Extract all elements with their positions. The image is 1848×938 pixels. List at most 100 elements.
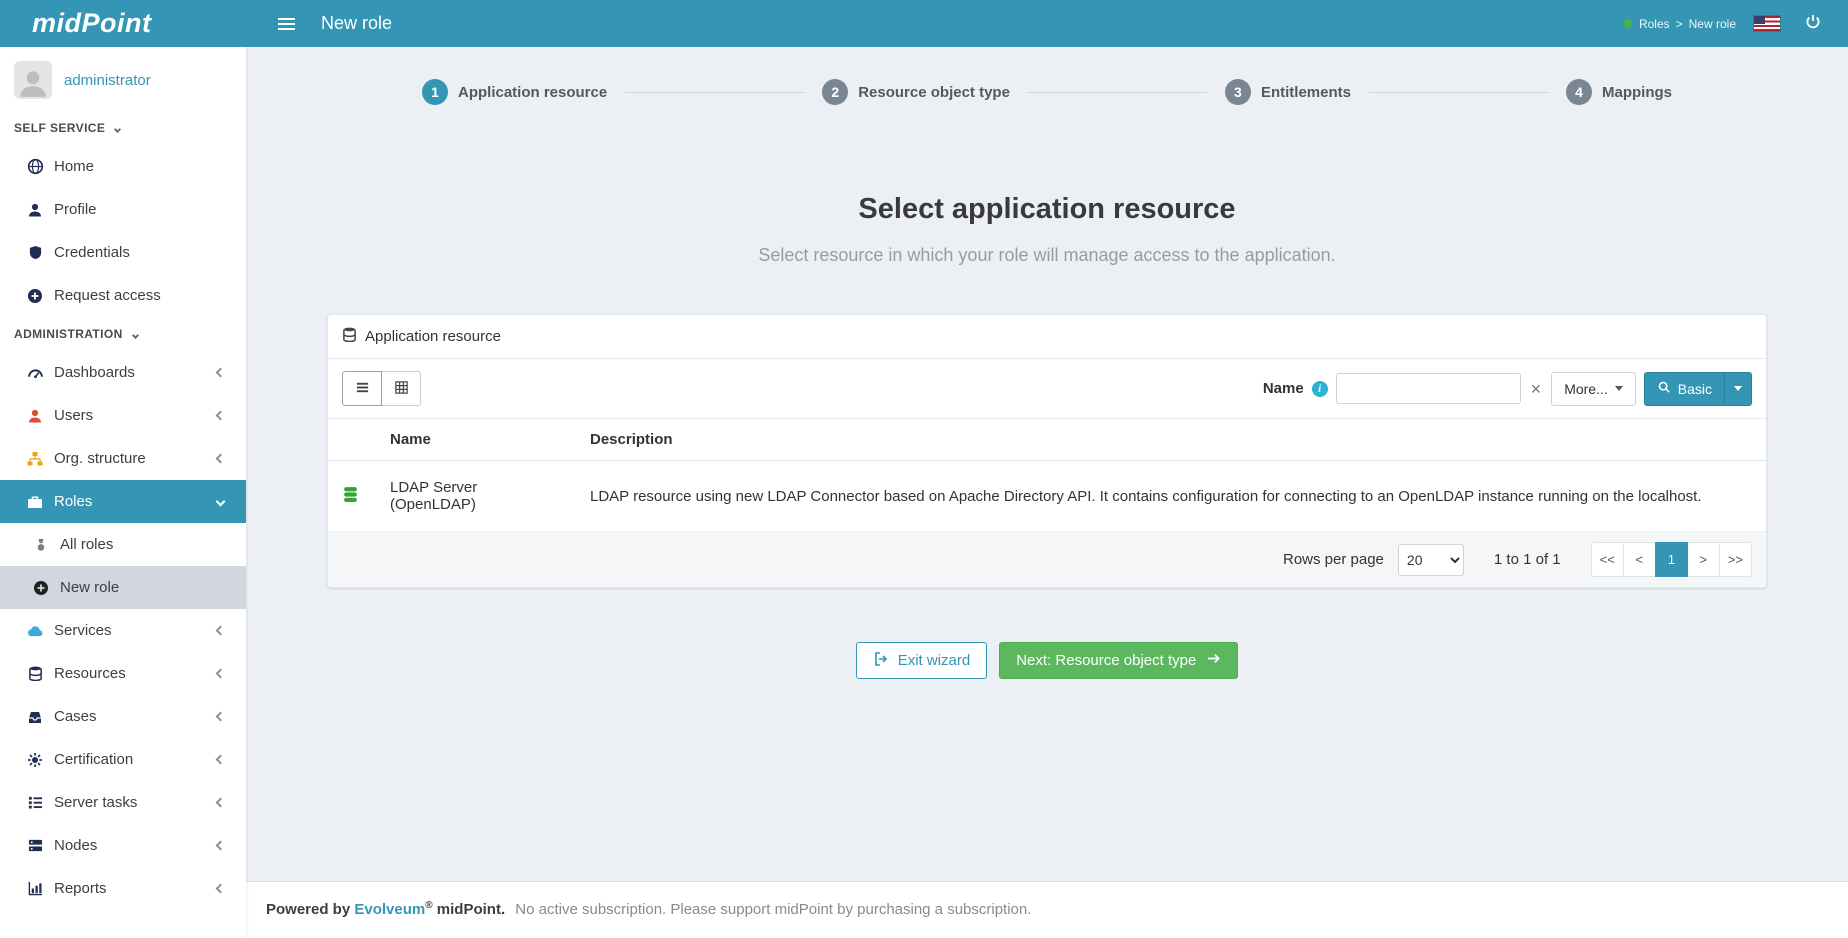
wizard-steps: 1 Application resource 2 Resource object… (327, 79, 1767, 105)
sidebar-item-certification[interactable]: Certification (0, 738, 246, 781)
table-row[interactable]: LDAP Server (OpenLDAP) LDAP resource usi… (328, 461, 1766, 532)
gauge-icon (24, 364, 46, 381)
pagination-prev-button[interactable]: < (1623, 542, 1656, 577)
medal-icon (30, 538, 52, 552)
wizard-step-entitlements[interactable]: 3 Entitlements (1225, 79, 1351, 105)
more-filters-button[interactable]: More... (1551, 372, 1636, 406)
sidebar-item-label: Services (54, 622, 112, 639)
powered-by-label: Powered by (266, 901, 350, 918)
search-mode-button[interactable]: Basic (1644, 372, 1752, 406)
product-label: midPoint. (437, 901, 505, 918)
top-navbar: midPoint New role Roles > New role (0, 0, 1848, 47)
chevron-left-icon (216, 841, 226, 851)
wizard-step-mappings[interactable]: 4 Mappings (1566, 79, 1672, 105)
sidebar-item-label: New role (60, 579, 119, 596)
brand-logo[interactable]: midPoint (0, 8, 246, 39)
section-label: ADMINISTRATION (14, 327, 123, 341)
sidebar-item-label: Server tasks (54, 794, 137, 811)
sidebar-username[interactable]: administrator (64, 72, 151, 89)
chevron-left-icon (216, 712, 226, 722)
sidebar-item-dashboards[interactable]: Dashboards (0, 351, 246, 394)
name-search-input[interactable] (1336, 373, 1521, 404)
table-toolbar: Name i × More... Basic (328, 359, 1766, 418)
chevron-left-icon (216, 884, 226, 894)
users-icon (24, 408, 46, 424)
chevron-left-icon (216, 755, 226, 765)
resource-description-cell: LDAP resource using new LDAP Connector b… (576, 461, 1766, 532)
sidebar-item-services[interactable]: Services (0, 609, 246, 652)
sidebar-item-label: Credentials (54, 244, 130, 261)
breadcrumb-parent[interactable]: Roles (1639, 17, 1670, 31)
sidebar-item-nodes[interactable]: Nodes (0, 824, 246, 867)
pagination-last-button[interactable]: >> (1719, 542, 1752, 577)
chevron-left-icon (216, 411, 226, 421)
info-icon[interactable]: i (1312, 381, 1328, 397)
midpoint-logo: midPoint (32, 8, 152, 39)
rows-per-page-select[interactable]: 20 (1398, 544, 1464, 576)
sidebar-item-users[interactable]: Users (0, 394, 246, 437)
menu-toggle-button[interactable] (272, 12, 301, 36)
registered-mark: ® (425, 900, 432, 911)
step-connector (1369, 92, 1548, 93)
search-mode-dropdown[interactable] (1724, 373, 1751, 405)
hamburger-icon (278, 18, 295, 20)
user-icon (24, 202, 46, 218)
wizard-step-resource-object-type[interactable]: 2 Resource object type (822, 79, 1010, 105)
icon-column-header (328, 419, 376, 461)
wizard-actions: Exit wizard Next: Resource object type (327, 642, 1767, 679)
pagination-next-button[interactable]: > (1687, 542, 1720, 577)
search-mode-label: Basic (1678, 381, 1712, 397)
arrow-right-icon (1206, 651, 1221, 670)
sidebar-item-cases[interactable]: Cases (0, 695, 246, 738)
application-resource-panel: Application resource (327, 314, 1767, 588)
step-connector (1028, 92, 1207, 93)
sidebar-item-request-access[interactable]: Request access (0, 274, 246, 317)
step-label: Resource object type (858, 84, 1010, 101)
sidebar-item-home[interactable]: Home (0, 145, 246, 188)
pagination-page-1-button[interactable]: 1 (1655, 542, 1688, 577)
database-icon (24, 666, 46, 681)
step-number-badge: 2 (822, 79, 848, 105)
sidebar-item-label: Home (54, 158, 94, 175)
sidebar-item-reports[interactable]: Reports (0, 867, 246, 910)
sidebar-item-label: Reports (54, 880, 107, 897)
list-view-icon (355, 380, 370, 398)
name-column-header: Name (376, 419, 576, 461)
language-flag[interactable] (1754, 16, 1780, 31)
chevron-down-icon (114, 125, 121, 132)
resource-database-icon (342, 490, 359, 507)
exit-wizard-label: Exit wizard (898, 652, 971, 669)
user-avatar[interactable] (14, 61, 52, 99)
sidebar-item-new-role[interactable]: New role (0, 566, 246, 609)
breadcrumb-separator: > (1676, 17, 1683, 31)
sidebar-item-profile[interactable]: Profile (0, 188, 246, 231)
evolveum-link[interactable]: Evolveum (354, 901, 425, 918)
database-icon (342, 327, 357, 346)
sidebar-item-all-roles[interactable]: All roles (0, 523, 246, 566)
search-field-label: Name (1263, 380, 1304, 397)
table-view-button[interactable] (381, 371, 421, 406)
pagination-first-button[interactable]: << (1591, 542, 1624, 577)
sidebar-section-administration[interactable]: ADMINISTRATION (0, 317, 246, 351)
logout-button[interactable] (1798, 12, 1828, 35)
sidebar-item-credentials[interactable]: Credentials (0, 231, 246, 274)
sidebar-section-self-service[interactable]: SELF SERVICE (0, 111, 246, 145)
exit-wizard-button[interactable]: Exit wizard (856, 642, 988, 679)
search-icon (1657, 380, 1671, 397)
chevron-left-icon (216, 454, 226, 464)
globe-icon (24, 158, 46, 175)
table-footer: Rows per page 20 1 to 1 of 1 << < 1 > >> (328, 532, 1766, 587)
sidebar-item-roles[interactable]: Roles (0, 480, 246, 523)
next-step-button[interactable]: Next: Resource object type (999, 642, 1238, 679)
breadcrumb-current[interactable]: New role (1689, 17, 1736, 31)
sidebar-item-resources[interactable]: Resources (0, 652, 246, 695)
clear-search-button[interactable]: × (1529, 380, 1544, 398)
list-view-button[interactable] (342, 371, 382, 406)
wizard-step-application-resource[interactable]: 1 Application resource (422, 79, 607, 105)
app-window: midPoint New role Roles > New role (0, 0, 1848, 938)
sidebar-item-org-structure[interactable]: Org. structure (0, 437, 246, 480)
resource-name-cell[interactable]: LDAP Server (OpenLDAP) (376, 461, 576, 532)
subscription-message: No active subscription. Please support m… (515, 901, 1031, 918)
sidebar-item-server-tasks[interactable]: Server tasks (0, 781, 246, 824)
page-subheading: Select resource in which your role will … (327, 245, 1767, 266)
